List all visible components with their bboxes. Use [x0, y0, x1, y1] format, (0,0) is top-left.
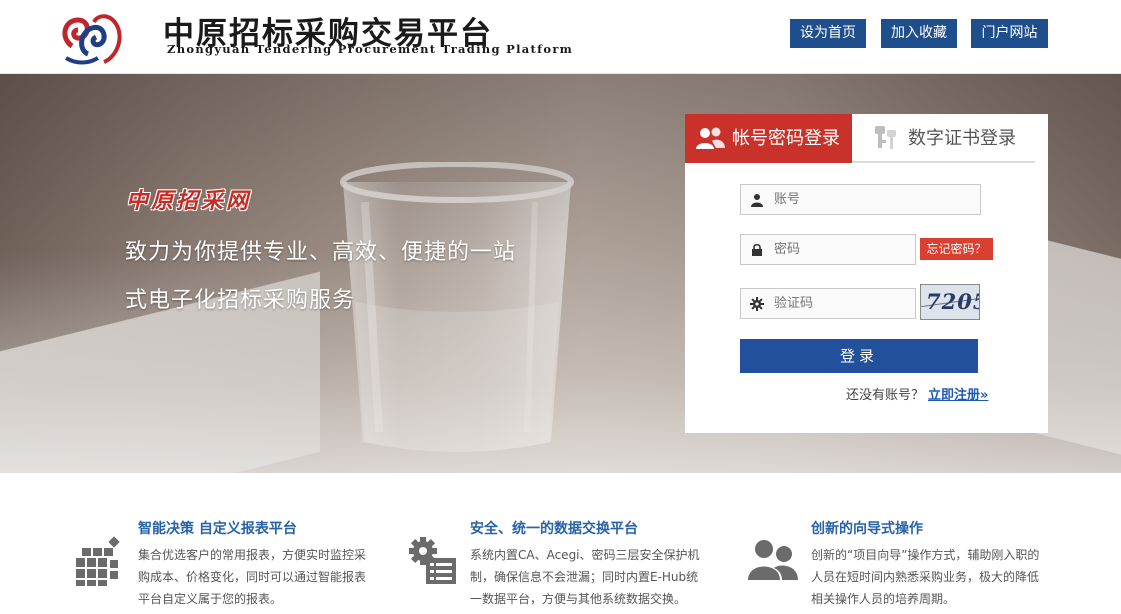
- add-favorite-button[interactable]: 加入收藏: [881, 19, 957, 48]
- feature-wizard: 创新的向导式操作 创新的“项目向导”操作方式，辅助刚入职的人员在短时间内熟悉采购…: [747, 518, 1077, 608]
- captcha-text: 7205: [926, 289, 979, 314]
- captcha-field[interactable]: [740, 288, 916, 319]
- feature-data-exchange: 安全、统一的数据交换平台 系统内置CA、Acegi、密码三层安全保护机制，确保信…: [406, 518, 726, 608]
- tab-certificate-login[interactable]: 数字证书登录: [852, 114, 1035, 163]
- zhongyuan-logo-icon[interactable]: [58, 6, 128, 68]
- username-field[interactable]: [740, 184, 981, 215]
- header: 中原招标采购交易平台 Zhongyuan Tendering Procureme…: [0, 0, 1121, 74]
- tab-account-login-label: 帐号密码登录: [732, 128, 840, 149]
- login-button[interactable]: 登录: [740, 339, 978, 373]
- lock-icon: [752, 243, 762, 256]
- cubes-icon: [76, 536, 120, 586]
- password-input[interactable]: [774, 235, 909, 264]
- password-field[interactable]: [740, 234, 916, 265]
- site-title-english: Zhongyuan Tendering Procurement Trading …: [167, 42, 574, 56]
- gear-checklist-icon: [409, 537, 456, 584]
- feature-reports: 智能决策 自定义报表平台 集合优选客户的常用报表，方便实时监控采购成本、价格变化…: [74, 518, 374, 608]
- slogan-line-1: 致力为你提供专业、高效、便捷的一站: [125, 240, 517, 265]
- feature-wizard-text: 创新的“项目向导”操作方式，辅助刚入职的人员在短时间内熟悉采购业务，极大的降低相…: [811, 548, 1040, 606]
- users-group-icon: [748, 540, 798, 580]
- certificate-key-icon: [875, 126, 896, 149]
- tab-divider: [852, 161, 1035, 163]
- feature-data-exchange-text: 系统内置CA、Acegi、密码三层安全保护机制，确保信息不会泄漏；同时内置E-H…: [470, 548, 700, 606]
- register-link[interactable]: 立即注册»: [928, 384, 988, 403]
- tab-account-login[interactable]: 帐号密码登录: [685, 114, 852, 163]
- feature-reports-title: 智能决策 自定义报表平台: [138, 521, 297, 537]
- slogan-line-2: 式电子化招标采购服务: [125, 288, 356, 313]
- forgot-password-button[interactable]: 忘记密码？: [920, 238, 993, 260]
- login-panel: 帐号密码登录 数字证书登录 忘记密码？: [685, 114, 1048, 433]
- feature-data-exchange-title: 安全、统一的数据交换平台: [470, 521, 638, 537]
- username-input[interactable]: [774, 185, 974, 214]
- users-icon: [696, 127, 725, 149]
- captcha-input[interactable]: [774, 289, 909, 318]
- user-icon: [751, 194, 763, 207]
- brand-slogan-title: 中原招采网: [126, 189, 252, 214]
- feature-wizard-title: 创新的向导式操作: [811, 521, 923, 537]
- portal-site-button[interactable]: 门户网站: [971, 19, 1048, 48]
- gear-icon: [750, 297, 764, 311]
- captcha-image[interactable]: 7205: [920, 284, 980, 320]
- register-question: 还没有账号？: [846, 388, 925, 403]
- feature-reports-text: 集合优选客户的常用报表，方便实时监控采购成本、价格变化，同时可以通过智能报表平台…: [138, 548, 367, 606]
- set-homepage-button[interactable]: 设为首页: [790, 19, 866, 48]
- tab-certificate-login-label: 数字证书登录: [908, 128, 1016, 149]
